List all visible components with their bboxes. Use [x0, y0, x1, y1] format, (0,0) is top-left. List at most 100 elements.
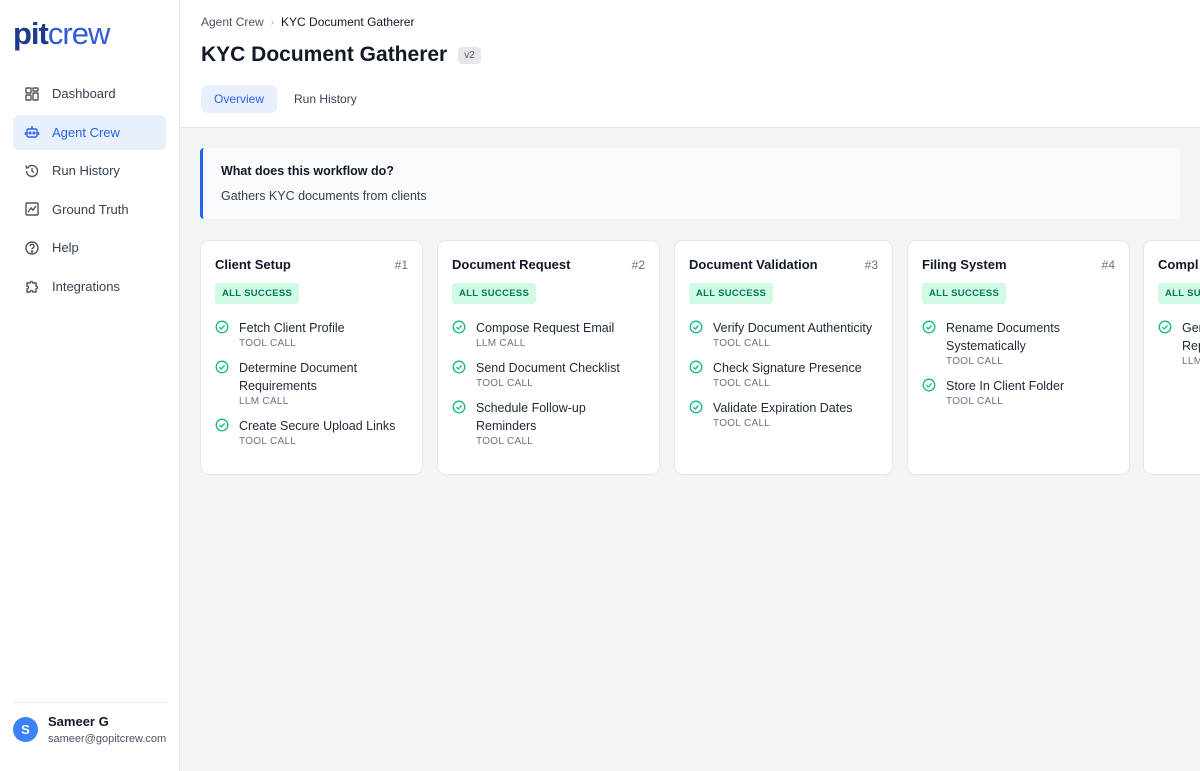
list-item[interactable]: Compose Request Email LLM CALL — [452, 319, 649, 349]
step-name: Compose Request Email — [476, 321, 615, 335]
status-badge: ALL SUCCESS — [215, 283, 300, 304]
check-circle-icon — [452, 360, 466, 374]
step-name: Fetch Client Profile — [239, 321, 345, 335]
card-title: Filing System — [922, 257, 1007, 272]
status-badge: ALL SUCCESS — [689, 283, 774, 304]
step-name: Determine Document Requirements — [239, 361, 358, 393]
step-list: Ger Rep LLM — [1158, 319, 1200, 377]
sidebar-item-label: Help — [52, 240, 79, 256]
step-list: Rename Documents Systematically TOOL CALL… — [922, 319, 1119, 417]
pitcrew-logo[interactable]: pitcrew — [13, 16, 110, 52]
list-item[interactable]: Rename Documents Systematically TOOL CALL — [922, 319, 1119, 367]
list-item[interactable]: Verify Document Authenticity TOOL CALL — [689, 319, 882, 349]
card-number: #1 — [394, 257, 408, 272]
tab-overview[interactable]: Overview — [201, 85, 278, 113]
stage-card-document-validation[interactable]: Document Validation #3 ALL SUCCESS Verif… — [674, 240, 893, 475]
list-item[interactable]: Store In Client Folder TOOL CALL — [922, 377, 1119, 407]
sidebar-nav: Dashboard Agent Crew Run History Ground … — [13, 76, 166, 308]
card-title: Compl — [1158, 257, 1199, 272]
card-title: Document Validation — [689, 257, 818, 272]
check-circle-icon — [689, 400, 703, 414]
list-item[interactable]: Create Secure Upload Links TOOL CALL — [215, 417, 412, 447]
sidebar-item-label: Agent Crew — [52, 124, 120, 140]
breadcrumb: Agent Crew › KYC Document Gatherer — [201, 15, 414, 29]
title-row: KYC Document Gatherer v2 — [201, 43, 481, 67]
help-icon — [24, 240, 40, 256]
status-badge: ALL SUCCESS — [922, 283, 1007, 304]
puzzle-icon — [24, 278, 40, 294]
step-type: TOOL CALL — [713, 378, 771, 389]
card-header: Filing System #4 — [922, 257, 1115, 272]
check-circle-icon — [922, 378, 936, 392]
sidebar-item-dashboard[interactable]: Dashboard — [13, 76, 166, 111]
logo-crew: crew — [47, 16, 110, 51]
step-name: Send Document Checklist — [476, 361, 620, 375]
stage-card-filing-system[interactable]: Filing System #4 ALL SUCCESS Rename Docu… — [907, 240, 1130, 475]
step-type: TOOL CALL — [946, 396, 1004, 407]
list-item[interactable]: Send Document Checklist TOOL CALL — [452, 359, 649, 389]
step-list: Fetch Client Profile TOOL CALL Determine … — [215, 319, 412, 457]
step-type: TOOL CALL — [713, 338, 771, 349]
step-type: TOOL CALL — [476, 436, 534, 447]
tabs: Overview Run History — [201, 85, 374, 113]
breadcrumb-separator: › — [270, 16, 275, 28]
step-name: Validate Expiration Dates — [713, 401, 853, 415]
tab-run-history[interactable]: Run History — [281, 85, 370, 113]
card-number: #2 — [631, 257, 645, 272]
stage-card-document-request[interactable]: Document Request #2 ALL SUCCESS Compose … — [437, 240, 660, 475]
sidebar-item-label: Dashboard — [52, 86, 116, 101]
check-circle-icon — [689, 320, 703, 334]
sidebar-item-label: Integrations — [52, 278, 120, 294]
sidebar-item-agent-crew[interactable]: Agent Crew — [13, 114, 166, 150]
user-profile[interactable]: S Sameer G sameer@gopitcrew.com — [13, 714, 166, 745]
page-title: KYC Document Gatherer — [201, 43, 448, 66]
card-number: #4 — [1101, 257, 1115, 272]
sidebar-item-label: Run History — [52, 163, 120, 179]
card-header: Document Request #2 — [452, 257, 645, 272]
list-item[interactable]: Ger Rep LLM — [1158, 319, 1200, 367]
step-type: TOOL CALL — [713, 418, 771, 429]
check-circle-icon — [922, 320, 936, 334]
stage-card-client-setup[interactable]: Client Setup #1 ALL SUCCESS Fetch Client… — [200, 240, 423, 475]
sidebar-item-help[interactable]: Help — [13, 230, 166, 265]
user-info: Sameer G sameer@gopitcrew.com — [48, 714, 166, 745]
breadcrumb-parent[interactable]: Agent Crew — [201, 15, 264, 29]
user-name: Sameer G — [48, 714, 109, 729]
avatar: S — [13, 717, 38, 742]
list-item[interactable]: Schedule Follow-up Reminders TOOL CALL — [452, 399, 649, 447]
step-name: Create Secure Upload Links — [239, 419, 396, 433]
card-header: Client Setup #1 — [215, 257, 408, 272]
status-badge: ALL SUCCESS — [452, 283, 537, 304]
user-email: sameer@gopitcrew.com — [48, 733, 167, 745]
list-item[interactable]: Determine Document Requirements LLM CALL — [215, 359, 412, 407]
list-item[interactable]: Fetch Client Profile TOOL CALL — [215, 319, 412, 349]
sidebar-item-integrations[interactable]: Integrations — [13, 269, 166, 304]
step-type: TOOL CALL — [946, 356, 1004, 367]
version-badge: v2 — [458, 46, 481, 64]
description-answer: Gathers KYC documents from clients — [221, 189, 427, 203]
history-icon — [24, 163, 40, 179]
workflow-description: What does this workflow do? Gathers KYC … — [200, 148, 1180, 219]
step-type: TOOL CALL — [476, 378, 534, 389]
card-header: Document Validation #3 — [689, 257, 878, 272]
step-list: Verify Document Authenticity TOOL CALL Ch… — [689, 319, 882, 439]
list-item[interactable]: Validate Expiration Dates TOOL CALL — [689, 399, 882, 429]
sidebar-item-ground-truth[interactable]: Ground Truth — [13, 192, 166, 227]
stage-cards: Client Setup #1 ALL SUCCESS Fetch Client… — [200, 240, 1200, 480]
step-name: Store In Client Folder — [946, 379, 1065, 393]
step-name: Schedule Follow-up Reminders — [476, 401, 586, 433]
step-type: LLM CALL — [239, 396, 289, 407]
sidebar-item-run-history[interactable]: Run History — [13, 153, 166, 188]
stage-card-partial[interactable]: Compl ALL SU Ger Rep LLM — [1143, 240, 1200, 475]
step-type: LLM — [1182, 356, 1200, 367]
check-circle-icon — [215, 320, 229, 334]
step-name: Ger Rep — [1182, 321, 1200, 353]
chart-icon — [24, 201, 40, 217]
check-circle-icon — [215, 418, 229, 432]
step-type: TOOL CALL — [239, 436, 297, 447]
sidebar-item-label: Ground Truth — [52, 201, 129, 217]
card-number: #3 — [864, 257, 878, 272]
check-circle-icon — [1158, 320, 1172, 334]
list-item[interactable]: Check Signature Presence TOOL CALL — [689, 359, 882, 389]
check-circle-icon — [689, 360, 703, 374]
